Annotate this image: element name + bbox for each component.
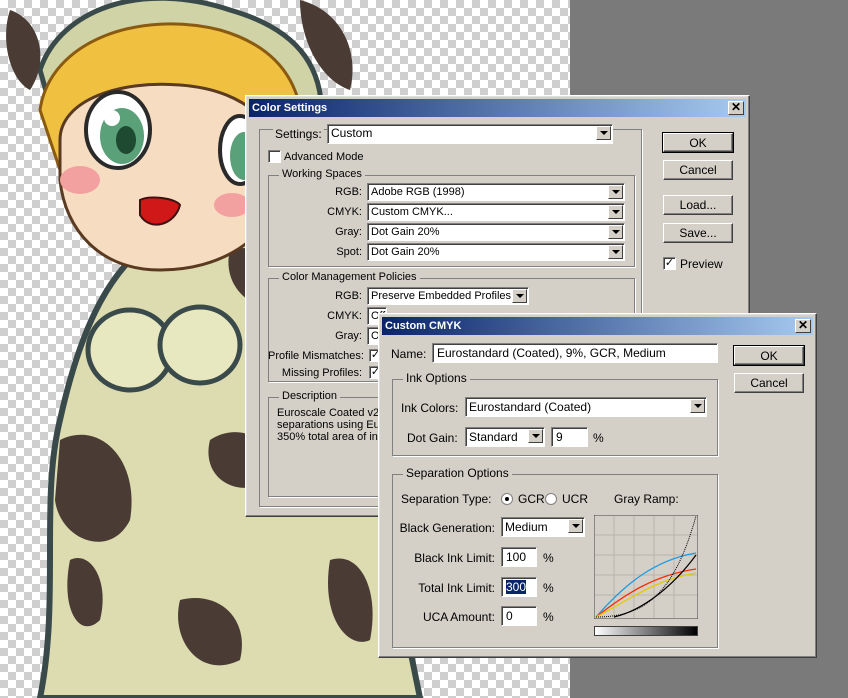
color-settings-titlebar[interactable]: Color Settings ✕: [249, 99, 746, 117]
dot-gain-mode-select[interactable]: Standard: [465, 427, 545, 447]
ok-button[interactable]: OK: [662, 132, 734, 153]
ucr-label: UCR: [562, 492, 588, 506]
ok-button[interactable]: OK: [733, 345, 805, 366]
ws-gray-value: Dot Gain 20%: [371, 226, 440, 238]
ws-gray-label: Gray:: [335, 226, 362, 238]
name-label: Name:: [391, 347, 427, 361]
ws-gray-select[interactable]: Dot Gain 20%: [367, 223, 625, 241]
total-ink-limit-input[interactable]: 300: [501, 577, 537, 597]
policy-gray-label: Gray:: [335, 330, 362, 342]
ws-cmyk-value: Custom CMYK...: [371, 206, 453, 218]
gray-ramp-gradient-bar: [594, 626, 698, 636]
ws-rgb-label: RGB:: [335, 186, 362, 198]
separation-options-legend: Separation Options: [403, 466, 512, 480]
working-spaces-legend: Working Spaces: [279, 168, 365, 180]
ink-colors-value: Eurostandard (Coated): [469, 400, 592, 414]
dot-gain-percent: %: [593, 431, 604, 445]
load-button[interactable]: Load...: [663, 195, 733, 215]
ws-spot-label: Spot:: [336, 246, 362, 258]
chevron-down-icon[interactable]: [608, 205, 623, 219]
policy-rgb-value: Preserve Embedded Profiles: [371, 290, 512, 302]
dot-gain-input[interactable]: 9: [551, 427, 588, 447]
gray-ramp-graph: [594, 515, 698, 619]
dot-gain-mode-value: Standard: [469, 430, 518, 444]
chevron-down-icon[interactable]: [690, 399, 705, 413]
gray-ramp-label: Gray Ramp:: [614, 492, 679, 506]
uca-amount-input[interactable]: 0: [501, 606, 537, 626]
chevron-down-icon[interactable]: [608, 225, 623, 239]
black-generation-select[interactable]: Medium: [501, 517, 585, 537]
black-ink-limit-percent: %: [543, 551, 554, 565]
missing-profiles-label: Missing Profiles:: [281, 367, 362, 379]
chevron-down-icon[interactable]: [608, 245, 623, 259]
advanced-mode-checkbox[interactable]: [268, 150, 281, 163]
total-ink-limit-value: 300: [506, 580, 527, 594]
chevron-down-icon[interactable]: [568, 519, 583, 533]
ws-rgb-value: Adobe RGB (1998): [371, 186, 465, 198]
dot-gain-label: Dot Gain:: [407, 431, 458, 445]
ink-colors-label: Ink Colors:: [401, 401, 459, 415]
ws-cmyk-label: CMYK:: [327, 206, 362, 218]
uca-amount-percent: %: [543, 610, 554, 624]
ink-colors-select[interactable]: Eurostandard (Coated): [465, 397, 707, 417]
black-ink-limit-input[interactable]: 100: [501, 547, 537, 567]
description-line-1: Euroscale Coated v2:: [277, 407, 383, 419]
black-ink-limit-label: Black Ink Limit:: [414, 551, 495, 565]
profile-mismatches-label: Profile Mismatches:: [268, 350, 364, 362]
close-icon[interactable]: ✕: [795, 319, 811, 333]
policies-legend: Color Management Policies: [279, 271, 420, 283]
black-generation-value: Medium: [505, 520, 548, 534]
ws-spot-select[interactable]: Dot Gain 20%: [367, 243, 625, 261]
ucr-radio[interactable]: [545, 493, 557, 505]
policy-cmyk-label: CMYK:: [327, 310, 362, 322]
settings-select[interactable]: Custom: [327, 124, 613, 144]
color-settings-title: Color Settings: [252, 102, 328, 114]
settings-value: Custom: [331, 126, 373, 140]
chevron-down-icon[interactable]: [512, 289, 527, 303]
advanced-mode-label: Advanced Mode: [284, 151, 364, 163]
custom-cmyk-titlebar[interactable]: Custom CMYK ✕: [382, 317, 813, 335]
chevron-down-icon[interactable]: [608, 185, 623, 199]
name-input[interactable]: Eurostandard (Coated), 9%, GCR, Medium: [432, 343, 718, 363]
black-generation-label: Black Generation:: [399, 521, 495, 535]
ws-rgb-select[interactable]: Adobe RGB (1998): [367, 183, 625, 201]
total-ink-limit-label: Total Ink Limit:: [418, 581, 495, 595]
total-ink-limit-percent: %: [543, 581, 554, 595]
custom-cmyk-title: Custom CMYK: [385, 320, 462, 332]
policy-rgb-select[interactable]: Preserve Embedded Profiles: [367, 287, 529, 305]
settings-label: Settings:: [273, 127, 324, 141]
close-icon[interactable]: ✕: [728, 101, 744, 115]
description-legend: Description: [279, 390, 341, 402]
custom-cmyk-dialog: Custom CMYK ✕ Name: Eurostandard (Coated…: [378, 313, 817, 658]
ink-options-legend: Ink Options: [403, 371, 470, 385]
ws-spot-value: Dot Gain 20%: [371, 246, 440, 258]
chevron-down-icon[interactable]: [528, 429, 543, 443]
cancel-button[interactable]: Cancel: [734, 373, 804, 393]
ws-cmyk-select[interactable]: Custom CMYK...: [367, 203, 625, 221]
gcr-label: GCR: [518, 492, 545, 506]
preview-label: Preview: [680, 257, 723, 271]
uca-amount-label: UCA Amount:: [422, 610, 495, 624]
policy-rgb-label: RGB:: [335, 290, 362, 302]
chevron-down-icon[interactable]: [596, 126, 611, 140]
cancel-button[interactable]: Cancel: [663, 160, 733, 180]
description-line-3: 350% total area of ink: [277, 431, 384, 443]
gcr-radio[interactable]: [501, 493, 513, 505]
preview-checkbox[interactable]: ✓: [663, 257, 676, 270]
description-line-2: separations using Euro: [277, 419, 390, 431]
save-button[interactable]: Save...: [663, 223, 733, 243]
separation-type-label: Separation Type:: [401, 492, 492, 506]
